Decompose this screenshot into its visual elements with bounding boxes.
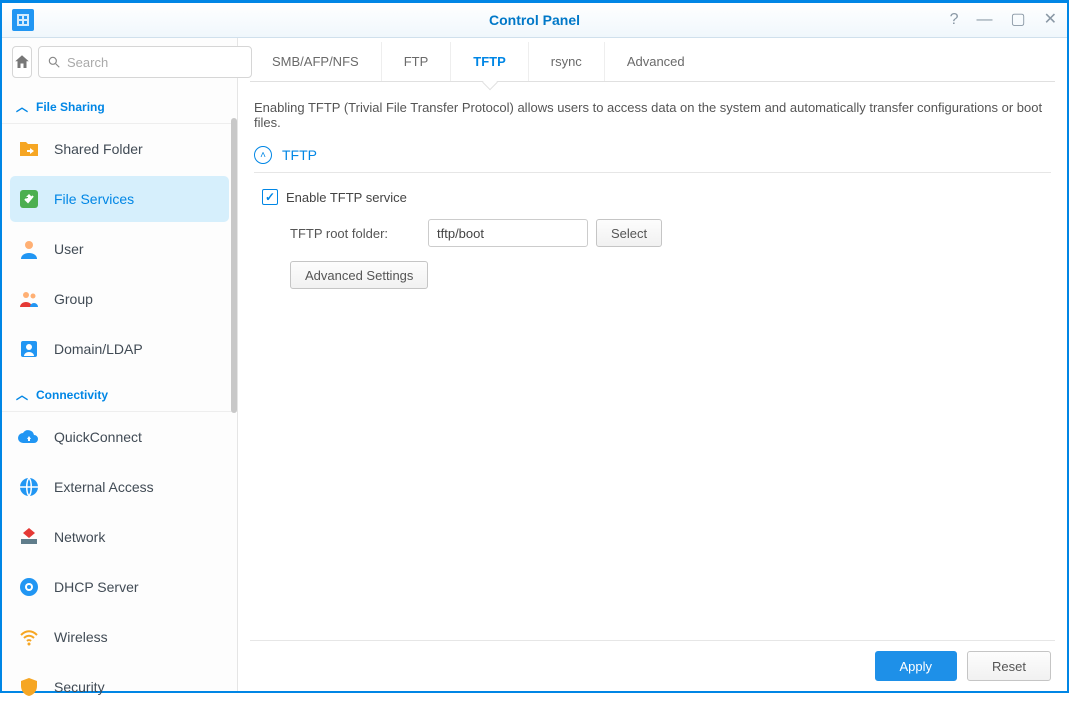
sidebar-item-label: Network xyxy=(54,529,105,545)
tab-tftp[interactable]: TFTP xyxy=(451,42,529,81)
maximize-icon[interactable]: ▢ xyxy=(1010,12,1025,28)
reset-button[interactable]: Reset xyxy=(967,651,1051,681)
sidebar-item-group[interactable]: Group xyxy=(2,274,237,324)
chevron-up-icon: ˄ xyxy=(254,146,272,164)
chevron-up-icon: ︿ xyxy=(16,386,28,403)
sidebar-item-label: File Services xyxy=(54,191,134,207)
section-file-sharing[interactable]: ︿ File Sharing xyxy=(2,90,237,124)
file-services-icon xyxy=(16,186,42,212)
sidebar-item-label: User xyxy=(54,241,84,257)
advanced-settings-button[interactable]: Advanced Settings xyxy=(290,261,428,289)
enable-tftp-row[interactable]: ✓ Enable TFTP service xyxy=(262,189,1051,205)
sidebar-item-label: DHCP Server xyxy=(54,579,139,595)
tab-advanced[interactable]: Advanced xyxy=(605,42,707,81)
sidebar-item-user[interactable]: User xyxy=(2,224,237,274)
apply-button[interactable]: Apply xyxy=(875,651,958,681)
section-connectivity[interactable]: ︿ Connectivity xyxy=(2,378,237,412)
sidebar-item-external-access[interactable]: External Access xyxy=(2,462,237,512)
sidebar-item-label: Wireless xyxy=(54,629,108,645)
cloud-icon xyxy=(16,424,42,450)
wifi-icon xyxy=(16,624,42,650)
group-icon xyxy=(16,286,42,312)
section-label: File Sharing xyxy=(36,100,105,114)
sidebar-item-quickconnect[interactable]: QuickConnect xyxy=(2,412,237,462)
dhcp-icon xyxy=(16,574,42,600)
section-label: Connectivity xyxy=(36,388,108,402)
description-text: Enabling TFTP (Trivial File Transfer Pro… xyxy=(254,100,1051,130)
folder-share-icon xyxy=(16,136,42,162)
window-title: Control Panel xyxy=(2,12,1067,28)
search-icon xyxy=(47,55,61,69)
sidebar-item-network[interactable]: Network xyxy=(2,512,237,562)
tab-bar: SMB/AFP/NFS FTP TFTP rsync Advanced xyxy=(250,42,1055,82)
shield-icon xyxy=(16,674,42,700)
app-icon xyxy=(12,9,34,31)
root-folder-input[interactable] xyxy=(428,219,588,247)
minimize-icon[interactable]: — xyxy=(976,12,992,28)
enable-tftp-label: Enable TFTP service xyxy=(286,190,407,205)
sidebar-item-domain-ldap[interactable]: Domain/LDAP xyxy=(2,324,237,374)
close-icon[interactable]: ✕ xyxy=(1044,12,1057,28)
tftp-form: ✓ Enable TFTP service TFTP root folder: … xyxy=(254,173,1051,289)
root-folder-label: TFTP root folder: xyxy=(290,226,420,241)
domain-icon xyxy=(16,336,42,362)
tab-ftp[interactable]: FTP xyxy=(382,42,452,81)
window-buttons: ? — ▢ ✕ xyxy=(950,12,1057,28)
tab-rsync[interactable]: rsync xyxy=(529,42,605,81)
chevron-up-icon: ︿ xyxy=(16,98,28,115)
titlebar: Control Panel ? — ▢ ✕ xyxy=(2,0,1067,38)
home-icon xyxy=(13,53,31,71)
search-input[interactable] xyxy=(67,55,243,70)
search-box[interactable] xyxy=(38,46,252,78)
sidebar-item-label: External Access xyxy=(54,479,154,495)
scrollbar-thumb[interactable] xyxy=(231,118,237,413)
sidebar-item-label: QuickConnect xyxy=(54,429,142,445)
help-icon[interactable]: ? xyxy=(950,12,959,28)
content-area: Enabling TFTP (Trivial File Transfer Pro… xyxy=(250,82,1055,640)
tftp-section-header[interactable]: ˄ TFTP xyxy=(254,146,1051,173)
network-icon xyxy=(16,524,42,550)
root-folder-row: TFTP root folder: Select xyxy=(262,219,1051,247)
select-button[interactable]: Select xyxy=(596,219,662,247)
checkbox-checked-icon[interactable]: ✓ xyxy=(262,189,278,205)
user-icon xyxy=(16,236,42,262)
footer: Apply Reset xyxy=(250,640,1055,691)
sidebar-item-label: Group xyxy=(54,291,93,307)
main-pane: SMB/AFP/NFS FTP TFTP rsync Advanced Enab… xyxy=(238,38,1067,691)
sidebar-item-label: Domain/LDAP xyxy=(54,341,143,357)
section-title: TFTP xyxy=(282,147,317,163)
sidebar-item-label: Shared Folder xyxy=(54,141,143,157)
sidebar-item-shared-folder[interactable]: Shared Folder xyxy=(2,124,237,174)
home-button[interactable] xyxy=(12,46,32,78)
sidebar: ︿ File Sharing Shared Folder File Servic… xyxy=(2,38,238,691)
sidebar-item-security[interactable]: Security xyxy=(2,662,237,712)
sidebar-item-file-services[interactable]: File Services xyxy=(10,176,229,222)
sidebar-item-dhcp-server[interactable]: DHCP Server xyxy=(2,562,237,612)
tab-smb-afp-nfs[interactable]: SMB/AFP/NFS xyxy=(250,42,382,81)
globe-icon xyxy=(16,474,42,500)
sidebar-item-wireless[interactable]: Wireless xyxy=(2,612,237,662)
